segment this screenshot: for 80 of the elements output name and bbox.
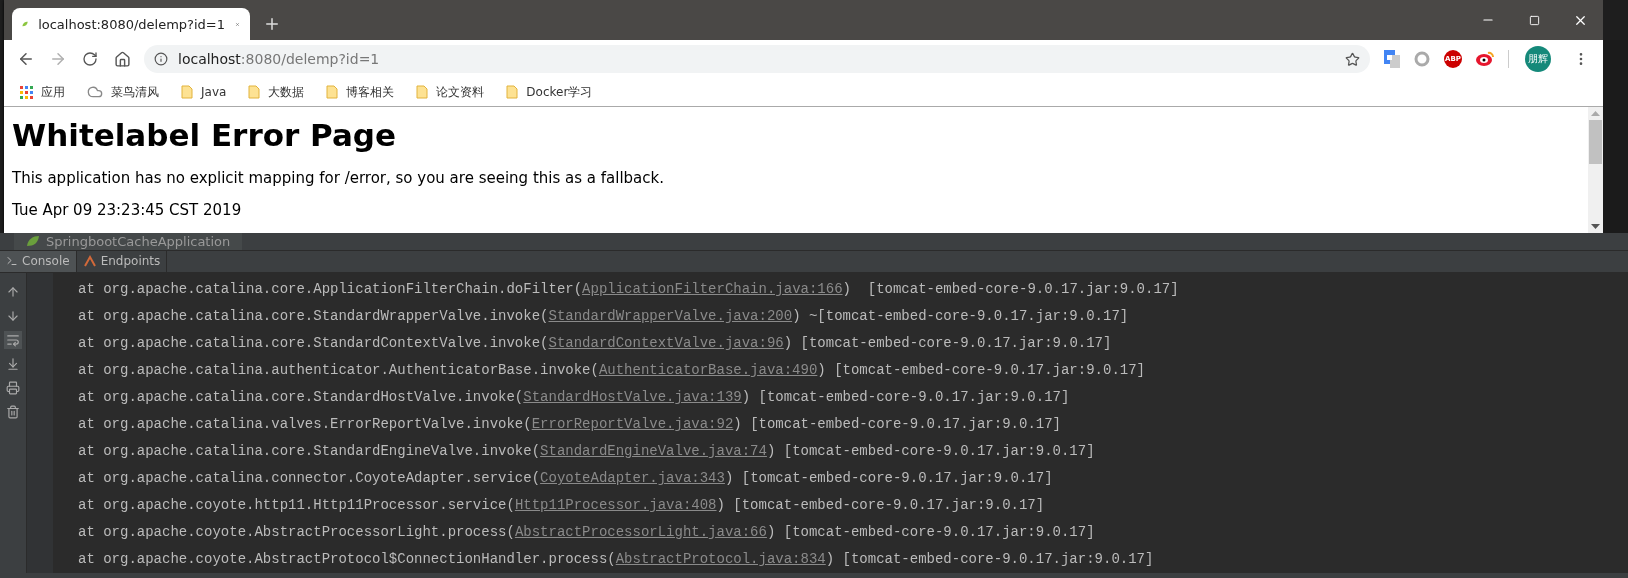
maximize-icon [1528,14,1540,26]
tool-tab[interactable]: Endpoints [76,250,168,273]
jar-info-text: ) [tomcat-embed-core-9.0.17.jar:9.0.17] [716,497,1045,514]
endpoints-icon [82,254,97,269]
address-bar[interactable]: localhost:8080/delemp?id=1 [144,45,1370,73]
forward-arrow-icon [49,50,67,68]
jar-info-text: ) [tomcat-embed-core-9.0.17.jar:9.0.17] [825,551,1154,568]
apps-grid-icon [20,85,33,99]
source-link[interactable]: StandardWrapperValve.java:200 [548,308,793,325]
stack-trace-text: at org.apache.catalina.core.StandardEngineValve.invoke( [78,443,541,460]
info-icon [154,52,168,66]
bookmark-item[interactable]: 论文资料 [416,83,485,101]
source-link[interactable]: CoyoteAdapter.java:343 [540,470,725,487]
trash-icon [6,405,20,420]
folder-icon [326,85,339,99]
scroll-down-icon[interactable] [1591,224,1600,229]
bookmark-item[interactable]: Java [181,85,227,99]
jar-info-text: ) ~[tomcat-embed-core-9.0.17.jar:9.0.17] [792,308,1129,325]
folder-icon [181,85,193,99]
scroll-to-end-icon [6,357,20,372]
jar-info-text: ) [tomcat-embed-core-9.0.17.jar:9.0.17] [766,524,1095,541]
home-icon [113,50,131,68]
jar-info-text: ) [tomcat-embed-core-9.0.17.jar:9.0.17] [733,416,1061,433]
stack-trace-text: at org.apache.catalina.core.StandardWrapperValve.invoke( [78,308,549,325]
stack-trace-text: at org.apache.coyote.AbstractProtocol$ConnectionHandler.process( [78,551,616,568]
stack-trace-text: at org.apache.catalina.authenticator.AuthenticatorBase.invoke( [78,362,599,379]
source-link[interactable]: Http11Processor.java:408 [514,497,717,514]
source-link[interactable]: StandardContextValve.java:96 [548,335,784,352]
stack-trace-text: at org.apache.coyote.AbstractProcessorLight.process( [78,524,515,541]
profile-avatar[interactable]: 朋辉 [1525,46,1551,72]
wrap-text-icon [6,333,20,348]
leaf-icon [26,235,40,248]
run-tab[interactable]: SpringbootCacheApplication [14,233,243,250]
jar-info-text: ) [tomcat-embed-core-9.0.17.jar:9.0.17] [842,281,1179,298]
bookmark-item[interactable]: Docker学习 [506,83,593,101]
bookmark-item[interactable]: 博客相关 [326,83,395,101]
page-paragraph: This application has no explicit mapping for /error, so you are seeing this as a fallback. [12,169,665,187]
source-link[interactable]: StandardHostValve.java:139 [523,389,742,406]
console-icon [6,255,18,268]
stack-trace-text: at org.apache.catalina.core.StandardContextValve.invoke( [78,335,549,352]
bookmark-item[interactable]: 菜鸟清风 [87,83,159,101]
stack-trace-text: at org.apache.catalina.valves.ErrorReportValve.invoke( [78,416,532,433]
reload-icon [82,51,98,67]
scrollbar-thumb[interactable] [1589,120,1602,164]
jar-info-text: ) [tomcat-embed-core-9.0.17.jar:9.0.17] [766,443,1095,460]
down-arrow-icon [6,309,20,324]
jar-info-text: ) [tomcat-embed-core-9.0.17.jar:9.0.17] [724,470,1053,487]
folder-icon [416,85,429,99]
eye-icon[interactable] [1476,51,1494,67]
scrollbar[interactable] [1588,107,1603,233]
jar-info-text: ) [tomcat-embed-core-9.0.17.jar:9.0.17] [817,362,1145,379]
browser-tab[interactable]: localhost:8080/delemp?id=1 [12,8,250,40]
source-link[interactable]: AbstractProcessorLight.java:66 [514,524,767,541]
tool-tab[interactable]: Console [0,250,77,273]
star-icon[interactable] [1345,51,1360,67]
tab-title: localhost:8080/delemp?id=1 [38,16,226,32]
stack-trace-text: at org.apache.catalina.core.StandardHostValve.invoke( [78,389,524,406]
jar-info-text: ) [tomcat-embed-core-9.0.17.jar:9.0.17] [783,335,1112,352]
stack-trace-text: at org.apache.coyote.http11.Http11Processor.service( [78,497,515,514]
bookmark-item[interactable]: 大数据 [248,83,305,101]
jar-info-text: ) [tomcat-embed-core-9.0.17.jar:9.0.17] [741,389,1070,406]
print-icon [6,381,20,396]
cloud-icon [87,84,103,100]
up-arrow-icon [6,285,20,300]
source-link[interactable]: ErrorReportValve.java:92 [531,416,734,433]
wrap-text-button[interactable] [4,331,22,350]
page-paragraph: Tue Apr 09 23:23:45 CST 2019 [12,201,243,219]
bookmark-item[interactable]: 应用 [20,83,65,101]
page-heading: Whitelabel Error Page [12,117,398,153]
source-link[interactable]: AuthenticatorBase.java:490 [598,362,818,379]
folder-icon [506,85,519,99]
source-link[interactable]: StandardEngineValve.java:74 [540,443,767,460]
stack-trace-text: at org.apache.catalina.core.ApplicationFilterChain.doFilter( [78,281,583,298]
source-link[interactable]: ApplicationFilterChain.java:166 [582,281,843,298]
folder-icon [248,85,261,99]
ring-icon[interactable] [1414,51,1430,67]
stack-trace-text: at org.apache.catalina.connector.CoyoteAdapter.service( [78,470,541,487]
url-text: localhost:8080/delemp?id=1 [178,51,380,67]
plus-icon [263,15,281,33]
source-link[interactable]: AbstractProtocol.java:834 [615,551,826,568]
